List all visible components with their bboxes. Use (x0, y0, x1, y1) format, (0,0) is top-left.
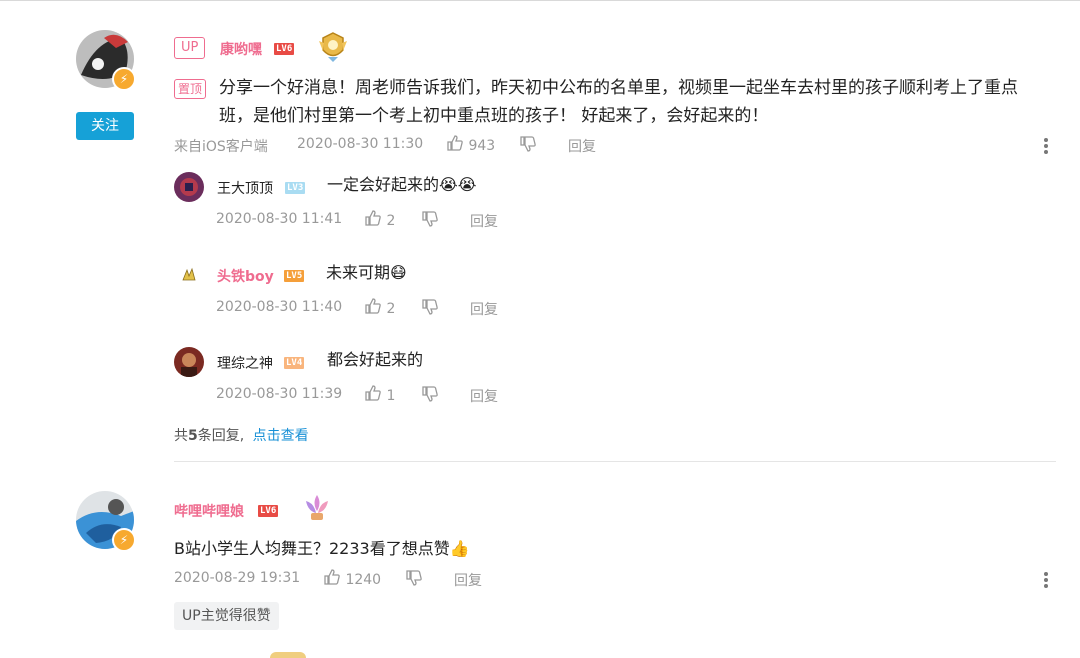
level-badge: LV3 (285, 182, 306, 194)
follow-button[interactable]: 关注 (76, 112, 134, 140)
lotus-medal-icon (300, 491, 334, 529)
thumb-down-icon (422, 386, 438, 402)
reply-button[interactable]: 回复 (454, 570, 482, 590)
reply-time: 2020-08-30 11:41 (216, 211, 343, 227)
reply-reply-button[interactable]: 回复 (470, 299, 498, 319)
comment-source: 来自iOS客户端 (174, 139, 268, 155)
lightning-badge-icon: ⚡ (112, 67, 136, 91)
reply-button[interactable]: 回复 (568, 136, 596, 156)
username[interactable]: 哔哩哔哩娘 (174, 501, 244, 521)
reply-summary: 共5条回复, 点击查看 (174, 425, 309, 445)
reply-reply-button[interactable]: 回复 (470, 211, 498, 231)
thumb-up-icon (365, 385, 381, 401)
level-badge: LV6 (274, 43, 295, 55)
thumb-up-icon (447, 135, 463, 151)
lightning-badge-icon: ⚡ (112, 528, 136, 552)
reply-avatar[interactable] (174, 172, 204, 202)
up-liked-tag: UP主觉得很赞 (174, 602, 279, 630)
reply-text: 未来可期😷 (326, 263, 407, 282)
reply-summary-suffix: 条回复, (197, 428, 245, 444)
thumb-down-icon (422, 211, 438, 227)
level-badge: LV6 (258, 505, 279, 517)
like-count: 2 (386, 213, 396, 229)
like-button[interactable]: 943 (446, 134, 495, 154)
comment-divider (174, 461, 1056, 462)
like-count: 1 (386, 388, 396, 404)
reply-dislike-button[interactable] (421, 210, 439, 232)
thumb-up-icon (324, 569, 340, 585)
reply-username[interactable]: 头铁boy (217, 266, 274, 286)
reply-reply-button[interactable]: 回复 (470, 386, 498, 406)
comment-text: B站小学生人均舞王？2233看了想点赞👍 (174, 539, 470, 558)
reply-username[interactable]: 王大顶顶 (217, 178, 273, 198)
reply-like-button[interactable]: 1 (364, 384, 395, 404)
level-badge: LV5 (284, 270, 305, 282)
reply-avatar[interactable] (174, 260, 204, 290)
comment-text: 分享一个好消息！周老师告诉我们，昨天初中公布的名单里，视频里一起坐车去村里的孩子… (219, 78, 1018, 126)
comment-time: 2020-08-29 19:31 (174, 570, 301, 586)
pinned-tag: 置顶 (174, 79, 207, 99)
reply-count: 5 (188, 428, 198, 444)
reply-username[interactable]: 理综之神 (217, 353, 273, 373)
reply-time: 2020-08-30 11:40 (216, 299, 343, 315)
reply-avatar[interactable] (174, 347, 204, 377)
reply-dislike-button[interactable] (421, 298, 439, 320)
like-count: 2 (386, 301, 396, 317)
thumb-up-icon (365, 298, 381, 314)
dislike-button[interactable] (519, 135, 537, 157)
view-replies-link[interactable]: 点击查看 (253, 428, 309, 444)
reply-time: 2020-08-30 11:39 (216, 386, 343, 402)
level-badge: LV4 (284, 357, 305, 369)
thumb-down-icon (406, 570, 422, 586)
username[interactable]: 康哟嘿 (220, 39, 262, 59)
top-divider (0, 0, 1080, 1)
reply-like-button[interactable]: 2 (364, 209, 395, 229)
dislike-button[interactable] (405, 569, 423, 591)
more-vertical-icon[interactable] (1044, 572, 1048, 590)
reply-dislike-button[interactable] (421, 385, 439, 407)
like-count: 943 (468, 138, 496, 154)
more-vertical-icon[interactable] (1044, 138, 1048, 156)
reply-text: 一定会好起来的😭😭 (327, 175, 477, 194)
reply-summary-prefix: 共 (174, 428, 188, 444)
medal-icon (270, 652, 306, 658)
thumb-down-icon (422, 299, 438, 315)
reply-like-button[interactable]: 2 (364, 297, 395, 317)
thumb-up-icon (365, 210, 381, 226)
medal-icon (316, 31, 350, 67)
thumb-down-icon (520, 136, 536, 152)
comment-time: 2020-08-30 11:30 (297, 136, 424, 152)
like-count: 1240 (345, 572, 382, 588)
like-button[interactable]: 1240 (323, 568, 381, 588)
up-tag: UP (174, 37, 206, 59)
reply-text: 都会好起来的 (327, 350, 424, 369)
